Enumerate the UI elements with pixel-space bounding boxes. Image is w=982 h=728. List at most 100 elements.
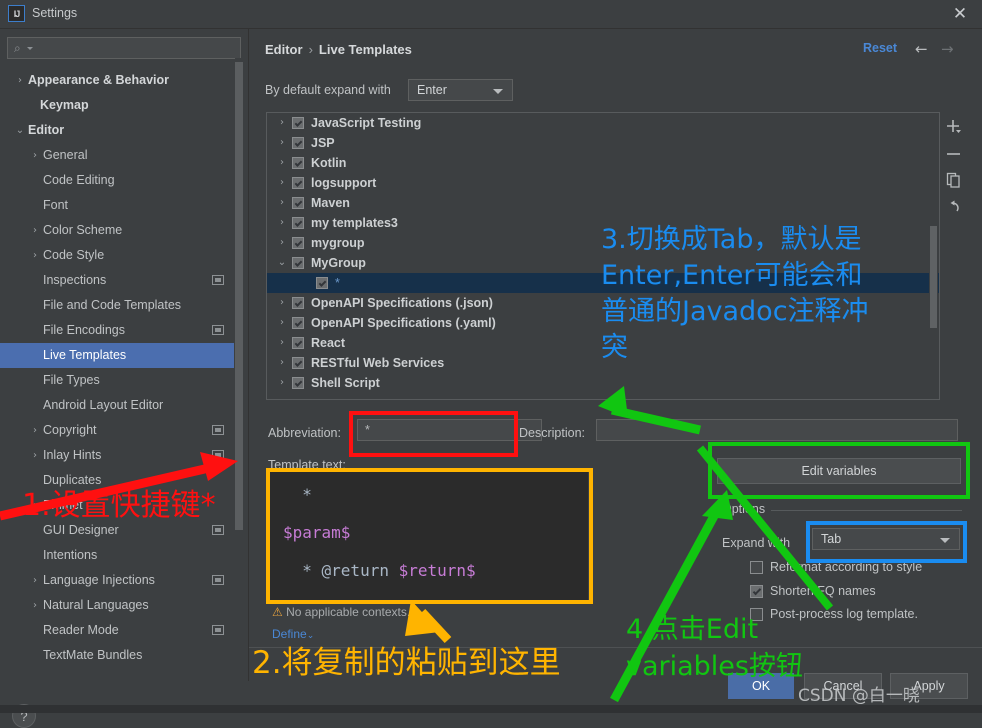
chevron-right-icon[interactable]: ›	[29, 593, 41, 618]
sidebar-item-intentions[interactable]: Intentions	[0, 543, 234, 568]
define-context-link[interactable]: Define⌄	[272, 627, 314, 641]
chevron-right-icon[interactable]: ›	[276, 293, 288, 313]
sidebar-item-emmet[interactable]: › Emmet	[0, 493, 234, 518]
template-text-editor[interactable]: * $param$ * @return $return$	[270, 472, 588, 600]
template-checkbox[interactable]	[292, 217, 304, 229]
sidebar-item-file-types[interactable]: File Types	[0, 368, 234, 393]
sidebar-item-appearance-behavior[interactable]: › Appearance & Behavior	[0, 68, 234, 93]
remove-template-button[interactable]	[941, 140, 967, 167]
chevron-right-icon[interactable]: ›	[29, 418, 41, 443]
sidebar-item-android-layout-editor[interactable]: Android Layout Editor	[0, 393, 234, 418]
sidebar-item-code-editing[interactable]: Code Editing	[0, 168, 234, 193]
sidebar-item-textmate-bundles[interactable]: TextMate Bundles	[0, 643, 234, 668]
template-checkbox[interactable]	[292, 197, 304, 209]
template-checkbox[interactable]	[292, 137, 304, 149]
chevron-right-icon[interactable]: ›	[29, 568, 41, 593]
sidebar-item-copyright[interactable]: › Copyright	[0, 418, 234, 443]
reset-link[interactable]: Reset	[863, 41, 897, 55]
option-checkbox[interactable]	[750, 585, 763, 598]
default-expand-select[interactable]: Enter	[408, 79, 513, 101]
template-checkbox[interactable]	[292, 297, 304, 309]
template-row[interactable]: › mygroup	[267, 233, 939, 253]
template-row[interactable]: › JSP	[267, 133, 939, 153]
chevron-right-icon[interactable]: ›	[14, 68, 26, 93]
chevron-right-icon[interactable]: ›	[29, 493, 41, 518]
template-checkbox[interactable]	[292, 377, 304, 389]
template-row[interactable]: › Shell Script	[267, 373, 939, 393]
chevron-right-icon[interactable]: ›	[276, 133, 288, 153]
chevron-right-icon[interactable]: ›	[276, 353, 288, 373]
sidebar-scrollbar-thumb[interactable]	[235, 62, 243, 530]
chevron-down-icon[interactable]: ⌄	[276, 253, 288, 273]
chevron-right-icon[interactable]: ›	[276, 113, 288, 133]
template-row[interactable]: › Kotlin	[267, 153, 939, 173]
sidebar-item-file-encodings[interactable]: File Encodings	[0, 318, 234, 343]
option-checkbox[interactable]	[750, 561, 763, 574]
chevron-right-icon[interactable]: ›	[276, 233, 288, 253]
sidebar-item-code-style[interactable]: › Code Style	[0, 243, 234, 268]
ok-button[interactable]: OK	[728, 673, 794, 699]
sidebar-item-gui-designer[interactable]: GUI Designer	[0, 518, 234, 543]
chevron-right-icon[interactable]: ›	[29, 218, 41, 243]
chevron-right-icon[interactable]: ›	[276, 313, 288, 333]
template-row[interactable]: › OpenAPI Specifications (.yaml)	[267, 313, 939, 333]
template-checkbox[interactable]	[292, 117, 304, 129]
template-row[interactable]: › logsupport	[267, 173, 939, 193]
template-row[interactable]: › my templates3	[267, 213, 939, 233]
sidebar-item-inlay-hints[interactable]: › Inlay Hints	[0, 443, 234, 468]
sidebar-item-natural-languages[interactable]: › Natural Languages	[0, 593, 234, 618]
chevron-down-icon[interactable]: ⌄	[14, 118, 26, 143]
template-row[interactable]: › RESTful Web Services	[267, 353, 939, 373]
back-arrow-icon[interactable]: ←	[915, 40, 928, 58]
chevron-right-icon[interactable]: ›	[276, 173, 288, 193]
chevron-right-icon[interactable]: ›	[276, 333, 288, 353]
templates-list[interactable]: › JavaScript Testing › JSP › Kotlin › logsuppor…	[266, 112, 940, 400]
chevron-right-icon[interactable]: ›	[276, 213, 288, 233]
template-row[interactable]: › React	[267, 333, 939, 353]
chevron-right-icon[interactable]: ›	[29, 443, 41, 468]
close-icon[interactable]: ✕	[950, 4, 970, 24]
template-row[interactable]: › Maven	[267, 193, 939, 213]
sidebar-item-font[interactable]: Font	[0, 193, 234, 218]
template-checkbox[interactable]	[292, 317, 304, 329]
template-checkbox[interactable]	[292, 357, 304, 369]
template-row[interactable]: › OpenAPI Specifications (.json)	[267, 293, 939, 313]
forward-arrow-icon[interactable]: →	[941, 40, 954, 58]
search-filter-caret-icon[interactable]	[27, 47, 33, 50]
add-template-button[interactable]	[941, 113, 967, 140]
search-input[interactable]: ⌕	[7, 37, 241, 59]
template-row[interactable]: ⌄ MyGroup	[267, 253, 939, 273]
duplicate-template-button[interactable]	[941, 167, 967, 194]
abbreviation-input[interactable]: *	[357, 419, 542, 441]
chevron-right-icon[interactable]: ›	[276, 373, 288, 393]
template-checkbox[interactable]	[316, 277, 328, 289]
templates-scrollbar-thumb[interactable]	[930, 226, 937, 328]
sidebar-item-color-scheme[interactable]: › Color Scheme	[0, 218, 234, 243]
chevron-right-icon[interactable]: ›	[276, 153, 288, 173]
sidebar-item-editor[interactable]: ⌄ Editor	[0, 118, 234, 143]
edit-variables-button[interactable]: Edit variables	[717, 458, 961, 484]
sidebar-item-general[interactable]: › General	[0, 143, 234, 168]
template-checkbox[interactable]	[292, 237, 304, 249]
template-checkbox[interactable]	[292, 257, 304, 269]
chevron-right-icon[interactable]: ›	[276, 193, 288, 213]
description-input[interactable]	[596, 419, 958, 441]
option-checkbox[interactable]	[750, 608, 763, 621]
sidebar-item-language-injections[interactable]: › Language Injections	[0, 568, 234, 593]
chevron-right-icon[interactable]: ›	[29, 143, 41, 168]
sidebar-item-reader-mode[interactable]: Reader Mode	[0, 618, 234, 643]
template-checkbox[interactable]	[292, 157, 304, 169]
expand-with-select[interactable]: Tab	[812, 528, 960, 550]
sidebar-item-keymap[interactable]: Keymap	[0, 93, 234, 118]
template-row[interactable]: *	[267, 273, 939, 293]
template-checkbox[interactable]	[292, 177, 304, 189]
sidebar-item-file-and-code-templates[interactable]: File and Code Templates	[0, 293, 234, 318]
template-checkbox[interactable]	[292, 337, 304, 349]
sidebar-item-duplicates[interactable]: Duplicates	[0, 468, 234, 493]
breadcrumb-parent[interactable]: Editor	[265, 42, 303, 57]
restore-defaults-button[interactable]	[941, 194, 967, 221]
sidebar-item-live-templates[interactable]: Live Templates	[0, 343, 234, 368]
sidebar-item-inspections[interactable]: Inspections	[0, 268, 234, 293]
template-row[interactable]: › JavaScript Testing	[267, 113, 939, 133]
chevron-right-icon[interactable]: ›	[29, 243, 41, 268]
